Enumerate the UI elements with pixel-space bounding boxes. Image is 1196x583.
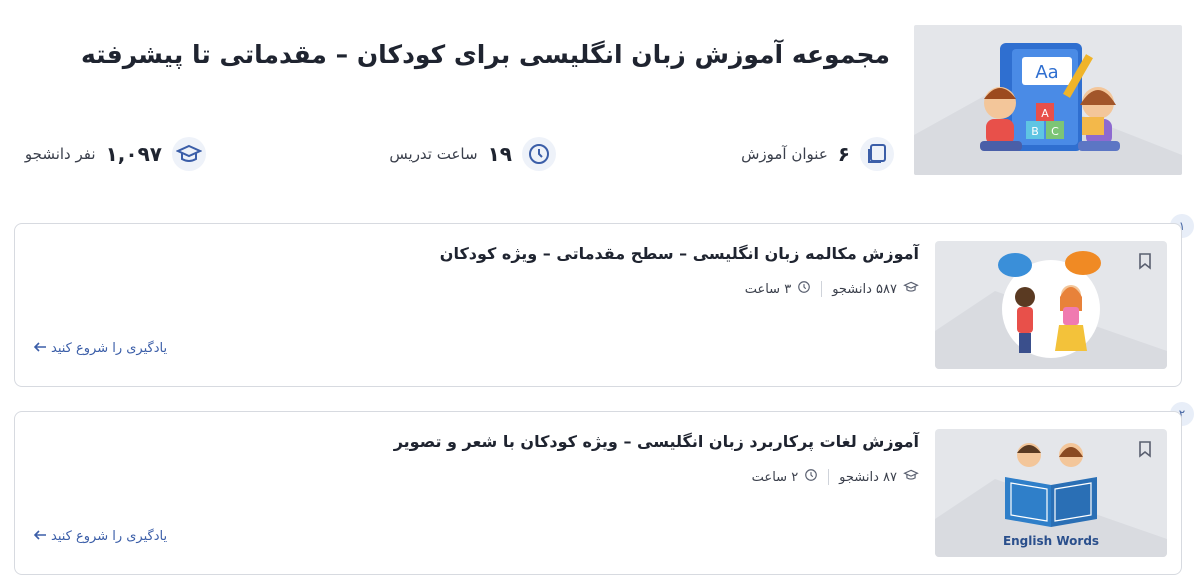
clock-icon [522,137,556,171]
course-meta: ۵۸۷ دانشجو ۳ ساعت [745,280,919,298]
course-title[interactable]: آموزش لغات پرکاربرد زبان انگلیسی – ویژه … [394,432,919,451]
block-b: B [1031,125,1039,138]
page-title: مجموعه آموزش زبان انگلیسی برای کودکان – … [80,40,890,69]
course-thumbnail[interactable]: English Words [935,429,1167,557]
start-learning-link[interactable]: یادگیری را شروع کنید [33,341,167,356]
clock-icon [804,468,818,486]
hero-thumbnail: Aa A B C [914,25,1182,175]
block-c: C [1051,125,1059,138]
stat-students-value: ۱,۰۹۷ [105,142,162,166]
arrow-left-icon [33,529,47,544]
graduation-cap-icon [172,137,206,171]
course-meta: ۸۷ دانشجو ۲ ساعت [752,468,919,486]
stat-courses: ۶ عنوان آموزش [741,137,894,171]
graduation-cap-icon [903,468,919,486]
stat-students-label: نفر دانشجو [24,145,96,163]
stat-students: ۱,۰۹۷ نفر دانشجو [25,137,206,171]
book-stack-icon [860,137,894,171]
meta-divider [821,281,823,297]
stat-hours-label: ساعت تدریس [389,145,478,163]
bookmark-icon[interactable] [1137,252,1153,270]
course-title[interactable]: آموزش مکالمه زبان انگلیسی – سطح مقدماتی … [440,244,919,263]
block-a: A [1041,107,1049,120]
stat-hours: ۱۹ ساعت تدریس [389,137,556,171]
stat-hours-value: ۱۹ [487,142,512,166]
course-students: ۵۸۷ دانشجو [832,281,897,297]
course-thumbnail[interactable] [935,241,1167,369]
course-duration: ۲ ساعت [751,469,799,485]
hero-letters: Aa [1035,62,1058,83]
stat-courses-label: عنوان آموزش [741,145,828,163]
arrow-left-icon [33,341,47,356]
meta-divider [828,469,830,485]
start-learning-label: یادگیری را شروع کنید [51,529,168,544]
graduation-cap-icon [903,280,919,298]
course-duration: ۳ ساعت [744,281,792,297]
clock-icon [797,280,811,298]
start-learning-label: یادگیری را شروع کنید [51,341,168,356]
thumbnail-caption: English Words [1003,534,1099,548]
bookmark-icon[interactable] [1137,440,1153,458]
start-learning-link[interactable]: یادگیری را شروع کنید [33,529,167,544]
course-card[interactable]: آموزش مکالمه زبان انگلیسی – سطح مقدماتی … [14,223,1182,387]
course-card[interactable]: English Words آموزش لغات پرکاربرد زبان ا… [14,411,1182,575]
course-students: ۸۷ دانشجو [839,469,897,485]
stat-courses-value: ۶ [837,142,850,166]
